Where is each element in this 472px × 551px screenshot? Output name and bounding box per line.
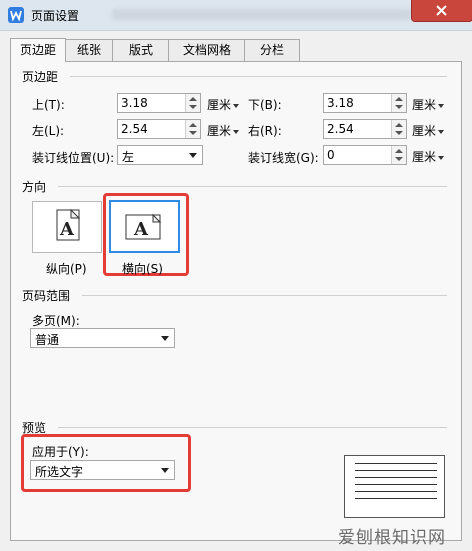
spin-buttons[interactable] (391, 146, 406, 164)
portrait-label: 纵向(P) (46, 262, 87, 276)
preview-text-line (355, 470, 437, 471)
top-unit-dropdown[interactable]: 厘米 (207, 96, 240, 113)
bottom-unit-dropdown[interactable]: 厘米 (412, 96, 445, 113)
right-margin-value: 2.54 (327, 122, 354, 136)
apply-to-label: 应用于(Y): (32, 445, 89, 459)
gutter-position-select[interactable]: 左 (117, 145, 203, 165)
tab-doc-grid[interactable]: 文档网格 (168, 39, 246, 61)
arrow-down-icon (395, 105, 403, 109)
tab-margins[interactable]: 页边距 (10, 38, 66, 62)
bottom-margin-label: 下(B): (248, 98, 282, 112)
divider (58, 427, 447, 428)
page-range-section-label: 页码范围 (22, 289, 71, 303)
arrow-down-icon (395, 157, 403, 161)
dropdown-arrow-icon (161, 336, 169, 341)
close-button[interactable] (411, 0, 472, 22)
gutter-unit-dropdown[interactable]: 厘米 (412, 148, 445, 165)
preview-text-line (355, 463, 437, 464)
left-margin-label: 左(L): (32, 124, 65, 138)
landscape-page-icon: A (125, 213, 162, 240)
spin-buttons[interactable] (185, 120, 200, 138)
divider (82, 295, 447, 296)
left-margin-value: 2.54 (121, 122, 148, 136)
caret-icon (438, 129, 445, 134)
arrow-up-icon (189, 97, 197, 101)
bottom-margin-input[interactable]: 3.18 (323, 93, 407, 113)
unit-label: 厘米 (412, 150, 437, 164)
unit-label: 厘米 (207, 124, 232, 138)
dropdown-arrow-icon (189, 153, 197, 158)
tab-columns[interactable]: 分栏 (244, 39, 300, 61)
apply-to-select[interactable]: 所选文字 (30, 460, 175, 480)
arrow-down-icon (189, 105, 197, 109)
right-margin-input[interactable]: 2.54 (323, 119, 407, 139)
portrait-option[interactable]: A (32, 201, 102, 253)
multi-page-value: 普通 (35, 333, 60, 347)
gutter-width-value: 0 (327, 148, 335, 162)
unit-label: 厘米 (412, 124, 437, 138)
apply-to-value: 所选文字 (35, 465, 84, 479)
right-unit-dropdown[interactable]: 厘米 (412, 122, 445, 139)
right-margin-label: 右(R): (248, 124, 282, 138)
caret-icon (233, 103, 240, 108)
portrait-glyph: A (59, 219, 75, 240)
bottom-margin-value: 3.18 (327, 96, 354, 110)
blurred-title-text (112, 9, 412, 20)
divider (58, 186, 447, 187)
landscape-option[interactable]: A (109, 200, 180, 253)
gutter-width-input[interactable]: 0 (323, 145, 407, 165)
spin-buttons[interactable] (391, 94, 406, 112)
close-icon (436, 5, 447, 16)
unit-label: 厘米 (412, 98, 437, 112)
arrow-up-icon (395, 149, 403, 153)
caret-icon (438, 103, 445, 108)
window-title: 页面设置 (31, 9, 80, 23)
wps-app-icon (8, 7, 24, 23)
top-margin-label: 上(T): (32, 98, 65, 112)
gutter-position-value: 左 (122, 150, 135, 164)
gutter-width-label: 装订线宽(G): (248, 151, 319, 165)
unit-label: 厘米 (207, 98, 232, 112)
left-unit-dropdown[interactable]: 厘米 (207, 122, 240, 139)
spin-buttons[interactable] (391, 120, 406, 138)
landscape-label: 横向(S) (122, 262, 163, 276)
orientation-section-label: 方向 (22, 180, 47, 194)
arrow-down-icon (189, 131, 197, 135)
top-margin-input[interactable]: 3.18 (117, 93, 201, 113)
gutter-position-label: 装订线位置(U): (32, 151, 115, 165)
tab-layout[interactable]: 版式 (112, 39, 170, 61)
preview-text-line (355, 498, 437, 499)
divider (70, 76, 447, 77)
margins-section-label: 页边距 (22, 70, 59, 84)
preview-text-line (355, 484, 437, 485)
arrow-up-icon (395, 97, 403, 101)
multi-page-label: 多页(M): (32, 314, 80, 328)
arrow-up-icon (189, 123, 197, 127)
multi-page-select[interactable]: 普通 (30, 328, 175, 348)
preview-text-line (355, 491, 437, 492)
portrait-page-icon: A (56, 208, 81, 241)
spin-buttons[interactable] (185, 94, 200, 112)
caret-icon (233, 129, 240, 134)
arrow-down-icon (395, 131, 403, 135)
arrow-up-icon (395, 123, 403, 127)
preview-text-line (355, 477, 437, 478)
watermark-text: 爱刨根知识网 (338, 528, 446, 548)
top-margin-value: 3.18 (121, 96, 148, 110)
caret-icon (438, 155, 445, 160)
landscape-glyph: A (133, 219, 149, 240)
left-margin-input[interactable]: 2.54 (117, 119, 201, 139)
dropdown-arrow-icon (161, 468, 169, 473)
tab-paper[interactable]: 纸张 (64, 39, 114, 61)
preview-page (344, 455, 445, 518)
